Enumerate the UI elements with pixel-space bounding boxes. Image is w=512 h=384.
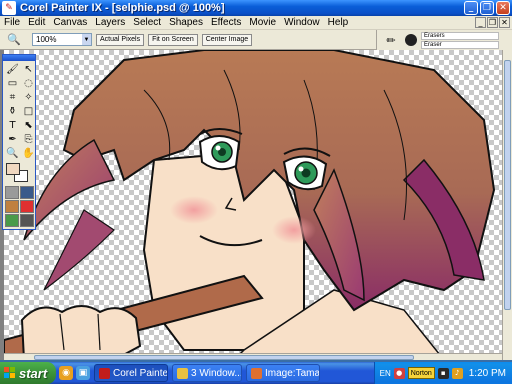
- window-controls: _ ❐ ✕: [464, 1, 510, 15]
- menu-movie[interactable]: Movie: [245, 17, 280, 28]
- hand: [20, 305, 142, 360]
- brush-selector-bar: ✏ Erasers Eraser: [376, 30, 512, 50]
- menu-window[interactable]: Window: [280, 17, 324, 28]
- task-corel-painter[interactable]: Corel Painte...: [94, 364, 168, 382]
- clock[interactable]: 1:20 PM: [469, 368, 506, 379]
- tray-network-icon[interactable]: ▪: [437, 367, 449, 379]
- norton-antivirus-badge[interactable]: Norton: [407, 367, 435, 379]
- task-label: 3 Window...: [191, 367, 242, 379]
- zoom-level-value: 100%: [36, 35, 57, 44]
- menu-bar: File Edit Canvas Layers Select Shapes Ef…: [0, 16, 512, 30]
- start-label: start: [19, 365, 48, 381]
- main-color-swatch[interactable]: [6, 163, 20, 175]
- task-label: Corel Painte...: [113, 367, 168, 379]
- minimize-button[interactable]: _: [464, 1, 478, 15]
- browser-task-icon: [251, 367, 262, 379]
- tool-grid: 🖌 ↖ ▭ ◌ ⌗ ✧ ⚱ □ T ⬉ ✒ ⎘ 🔍 ✋: [3, 61, 35, 160]
- restore-button[interactable]: ❐: [480, 1, 494, 15]
- menu-file[interactable]: File: [0, 17, 24, 28]
- quicklaunch-browser-icon[interactable]: ◉: [59, 366, 73, 380]
- magic-wand-icon[interactable]: ✧: [21, 91, 36, 104]
- horizontal-scrollbar[interactable]: [4, 353, 502, 360]
- menu-shapes[interactable]: Shapes: [165, 17, 207, 28]
- horizontal-scroll-thumb[interactable]: [34, 355, 414, 360]
- close-button[interactable]: ✕: [496, 1, 510, 15]
- lasso-icon[interactable]: ◌: [21, 77, 36, 90]
- hair-lock-left-2: [43, 209, 115, 291]
- quicklaunch-desktop-icon[interactable]: ▣: [76, 366, 90, 380]
- zoom-level-field[interactable]: 100% ▼: [32, 33, 92, 46]
- taskbar: start ◉ ▣ Corel Painte... 3 Window... Im…: [0, 362, 512, 384]
- gradient-selector[interactable]: [20, 186, 34, 199]
- folder-task-icon: [177, 367, 188, 379]
- cloner-icon[interactable]: ⎘: [21, 133, 36, 146]
- paper-selectors: [3, 183, 35, 227]
- menu-layers[interactable]: Layers: [91, 17, 129, 28]
- paint-bucket-icon[interactable]: ⚱: [5, 105, 20, 118]
- document-controls: _ ❐ ✕: [475, 17, 510, 28]
- weaving-selector[interactable]: [20, 200, 34, 213]
- menu-canvas[interactable]: Canvas: [49, 17, 91, 28]
- menu-select[interactable]: Select: [129, 17, 165, 28]
- shape-selection-icon[interactable]: ⬉: [21, 119, 36, 132]
- doc-restore-button[interactable]: ❐: [487, 17, 498, 28]
- left-eye: [198, 135, 241, 171]
- language-indicator[interactable]: EN: [380, 369, 391, 378]
- painter-task-icon: [99, 367, 110, 379]
- brush-category-icon[interactable]: ✏: [381, 33, 401, 47]
- shape-icon[interactable]: □: [21, 105, 36, 118]
- color-swatches: [6, 163, 32, 183]
- dropper-icon[interactable]: ✒: [5, 133, 20, 146]
- menu-edit[interactable]: Edit: [24, 17, 49, 28]
- vertical-scrollbar[interactable]: [502, 50, 512, 360]
- brush-variant-field[interactable]: Eraser: [421, 40, 499, 49]
- task-label: Image:Tama...: [265, 367, 320, 379]
- paper-selector[interactable]: [5, 186, 19, 199]
- brush-tool-icon[interactable]: 🖌: [5, 63, 20, 76]
- doc-minimize-button[interactable]: _: [475, 17, 486, 28]
- look-selector[interactable]: [20, 214, 34, 227]
- painter-brush-icon[interactable]: ✎: [2, 1, 16, 15]
- tray-app-icon[interactable]: ●: [393, 367, 405, 379]
- menu-help[interactable]: Help: [324, 17, 353, 28]
- norton-label: Norton: [410, 369, 432, 377]
- nozzle-selector[interactable]: [5, 214, 19, 227]
- fit-on-screen-button[interactable]: Fit on Screen: [148, 33, 198, 46]
- doc-close-button[interactable]: ✕: [499, 17, 510, 28]
- title-bar: ✎ Corel Painter IX - [selphie.psd @ 100%…: [0, 0, 512, 16]
- workspace: [0, 50, 512, 360]
- crop-icon[interactable]: ⌗: [5, 91, 20, 104]
- magnifier-tool-icon[interactable]: 🔍: [5, 147, 20, 160]
- toolbox-panel: 🖌 ↖ ▭ ◌ ⌗ ✧ ⚱ □ T ⬉ ✒ ⎘ 🔍 ✋: [2, 54, 36, 230]
- text-tool-icon[interactable]: T: [5, 119, 20, 132]
- pattern-selector[interactable]: [5, 200, 19, 213]
- center-image-button[interactable]: Center Image: [201, 33, 253, 46]
- drawing-canvas[interactable]: [4, 50, 502, 360]
- brush-variant-icon[interactable]: [405, 34, 417, 46]
- magnifier-icon: 🔍: [7, 33, 21, 46]
- chevron-down-icon[interactable]: ▼: [82, 34, 91, 45]
- grabber-hand-icon[interactable]: ✋: [21, 147, 36, 160]
- layer-adjuster-icon[interactable]: ↖: [21, 63, 36, 76]
- windows-logo-icon: [4, 367, 16, 379]
- vertical-scroll-thumb[interactable]: [504, 60, 511, 310]
- task-windows-group[interactable]: 3 Window...: [172, 364, 242, 382]
- rectangular-selection-icon[interactable]: ▭: [5, 77, 20, 90]
- start-button[interactable]: start: [0, 362, 56, 384]
- artwork: [4, 50, 496, 360]
- brush-category-field[interactable]: Erasers: [421, 31, 499, 40]
- menu-effects[interactable]: Effects: [207, 17, 245, 28]
- actual-pixels-button[interactable]: Actual Pixels: [96, 33, 145, 46]
- brush-names: Erasers Eraser: [421, 31, 499, 50]
- tray-volume-icon[interactable]: ♪: [451, 367, 463, 379]
- right-eye: [282, 155, 328, 191]
- window-title: Corel Painter IX - [selphie.psd @ 100%]: [20, 2, 225, 14]
- system-tray: EN ● Norton ▪ ♪ 1:20 PM: [374, 362, 512, 384]
- task-image-viewer[interactable]: Image:Tama...: [246, 364, 320, 382]
